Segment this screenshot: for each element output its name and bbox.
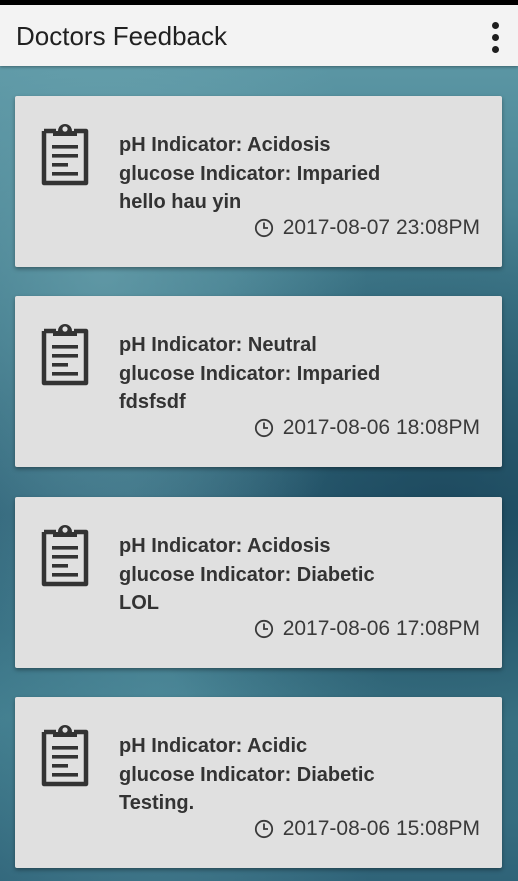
timestamp-text: 2017-08-07 23:08PM bbox=[282, 216, 480, 239]
ph-indicator: pH Indicator: Acidosis bbox=[119, 134, 331, 156]
feedback-list[interactable]: pH Indicator: Acidosis glucose Indicator… bbox=[0, 66, 518, 881]
clock-icon bbox=[254, 418, 273, 438]
glucose-indicator: glucose Indicator: Diabetic bbox=[119, 563, 375, 586]
timestamp-text: 2017-08-06 17:08PM bbox=[282, 617, 480, 640]
timestamp-text: 2017-08-06 15:08PM bbox=[282, 817, 480, 840]
ph-indicator: pH Indicator: Neutral bbox=[119, 334, 317, 356]
feedback-note: LOL bbox=[119, 592, 159, 614]
timestamp-text: 2017-08-06 18:08PM bbox=[282, 416, 480, 439]
clipboard-icon bbox=[41, 525, 89, 587]
feedback-timestamp: 2017-08-06 15:08PM bbox=[254, 816, 480, 842]
glucose-indicator: glucose Indicator: Diabetic bbox=[119, 763, 375, 786]
feedback-note: Testing. bbox=[119, 792, 195, 814]
feedback-card[interactable]: pH Indicator: Acidosis glucose Indicator… bbox=[15, 497, 502, 668]
app-bar: Doctors Feedback bbox=[0, 5, 518, 66]
feedback-timestamp: 2017-08-06 18:08PM bbox=[254, 415, 480, 441]
clock-icon bbox=[254, 819, 273, 839]
ph-indicator: pH Indicator: Acidosis bbox=[119, 535, 331, 557]
page-title: Doctors Feedback bbox=[16, 21, 227, 51]
feedback-card[interactable]: pH Indicator: Neutral glucose Indicator:… bbox=[15, 296, 502, 467]
feedback-card[interactable]: pH Indicator: Acidic glucose Indicator: … bbox=[15, 697, 502, 868]
glucose-indicator: glucose Indicator: Imparied bbox=[119, 362, 381, 385]
feedback-text: pH Indicator: Acidosis glucose Indicator… bbox=[119, 131, 380, 217]
clock-icon bbox=[254, 218, 273, 238]
feedback-text: pH Indicator: Acidic glucose Indicator: … bbox=[119, 732, 375, 818]
ph-indicator: pH Indicator: Acidic bbox=[119, 735, 308, 757]
clipboard-icon bbox=[41, 324, 89, 386]
feedback-timestamp: 2017-08-06 17:08PM bbox=[254, 616, 480, 642]
clipboard-icon bbox=[41, 124, 89, 186]
feedback-text: pH Indicator: Acidosis glucose Indicator… bbox=[119, 532, 375, 618]
feedback-note: fdsfsdf bbox=[119, 391, 186, 413]
feedback-text: pH Indicator: Neutral glucose Indicator:… bbox=[119, 331, 380, 417]
clipboard-icon bbox=[41, 725, 89, 787]
feedback-timestamp: 2017-08-07 23:08PM bbox=[254, 215, 480, 241]
clock-icon bbox=[254, 619, 273, 639]
glucose-indicator: glucose Indicator: Imparied bbox=[119, 162, 381, 185]
more-vert-icon[interactable] bbox=[480, 17, 510, 57]
feedback-note: hello hau yin bbox=[119, 191, 242, 213]
feedback-card[interactable]: pH Indicator: Acidosis glucose Indicator… bbox=[15, 96, 502, 267]
